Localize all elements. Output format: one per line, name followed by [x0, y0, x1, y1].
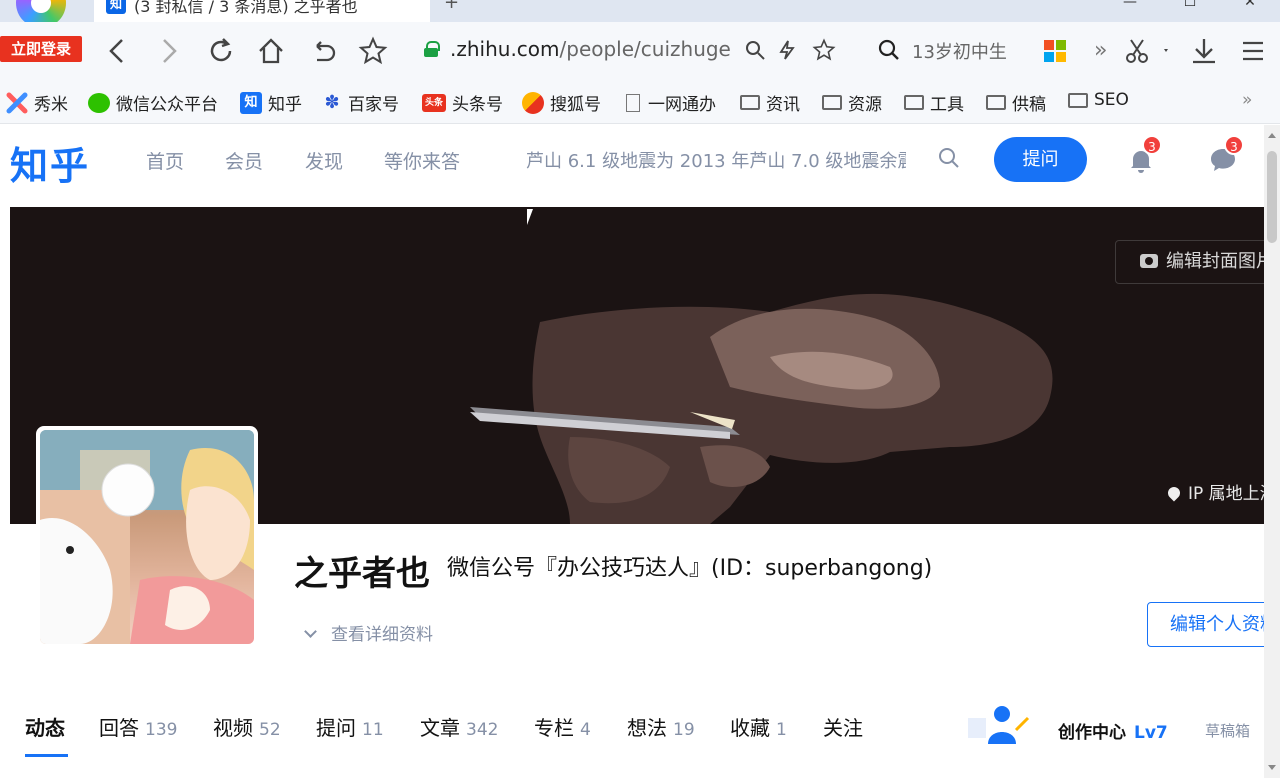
zhihu-icon: 知	[240, 91, 262, 114]
bookmark-zhihu[interactable]: 知 知乎	[240, 90, 302, 115]
message-badge: 3	[1224, 135, 1244, 155]
browser-tabstrip: 知 (3 封私信 / 3 条消息) 之乎者也 ✕ + — ☐ ✕	[0, 0, 1280, 22]
active-tab-indicator	[25, 754, 68, 757]
folder-icon	[904, 95, 924, 110]
browser-navbar: .zhihu.com/people/cuizhuge 13岁初中生 »	[0, 22, 1280, 80]
scroll-down-icon[interactable]	[1268, 765, 1276, 770]
edit-cover-button[interactable]: 编辑封面图片	[1115, 240, 1264, 284]
bookmark-folder-news[interactable]: 资讯	[740, 90, 800, 115]
scroll-up-icon[interactable]	[1268, 133, 1276, 138]
login-button[interactable]: 立即登录	[0, 36, 82, 62]
more-extensions-icon[interactable]: »	[1094, 36, 1107, 66]
folder-icon	[986, 95, 1006, 110]
bookmark-yiwangtongban[interactable]: 一网通办	[626, 90, 716, 115]
location-pin-icon	[1165, 484, 1183, 502]
toutiao-icon: 头条	[422, 93, 446, 112]
download-icon[interactable]	[1190, 36, 1218, 73]
zoom-search-icon[interactable]	[744, 38, 766, 68]
home-icon[interactable]	[256, 36, 286, 73]
bookmark-folder-seo[interactable]: SEO	[1068, 90, 1129, 110]
bookmark-folder-contrib[interactable]: 供稿	[986, 90, 1046, 115]
wechat-icon	[88, 92, 110, 113]
apps-grid-icon[interactable]	[1044, 40, 1066, 62]
bookmark-xiumi[interactable]: 秀米	[6, 90, 68, 115]
search-placeholder: 13岁初中生	[912, 42, 1007, 63]
lock-icon	[424, 41, 440, 57]
edit-profile-button[interactable]: 编辑个人资料	[1147, 602, 1278, 647]
bookmarks-more-icon[interactable]: »	[1242, 90, 1252, 110]
lightning-icon[interactable]	[776, 38, 798, 68]
bookmark-folder-resources[interactable]: 资源	[822, 90, 882, 115]
minimize-icon[interactable]: —	[1100, 0, 1160, 10]
window-controls: — ☐ ✕	[1100, 0, 1280, 10]
search-icon[interactable]	[938, 147, 960, 169]
folder-icon	[740, 95, 760, 110]
mouse-cursor-icon	[527, 209, 539, 225]
ask-question-button[interactable]: 提问	[994, 137, 1087, 182]
url-text[interactable]: .zhihu.com/people/cuizhuge	[450, 37, 731, 61]
tab-following[interactable]: 关注	[823, 712, 863, 741]
messages-icon[interactable]: 3	[1208, 135, 1244, 175]
tab-columns[interactable]: 专栏 4	[534, 712, 591, 741]
refresh-icon[interactable]	[206, 36, 236, 73]
folder-icon	[1068, 92, 1088, 108]
browser-tab-active[interactable]: 知 (3 封私信 / 3 条消息) 之乎者也 ✕	[94, 0, 430, 22]
undo-close-icon[interactable]	[308, 36, 338, 73]
sohu-icon	[522, 91, 544, 114]
maximize-icon[interactable]: ☐	[1160, 0, 1220, 10]
browser-search-box[interactable]: 13岁初中生	[870, 34, 1028, 68]
bookmark-toutiao[interactable]: 头条 头条号	[422, 90, 503, 115]
nav-waiting-answers[interactable]: 等你来答	[384, 147, 460, 174]
favorite-star-icon[interactable]	[812, 38, 836, 69]
profile-headline: 微信公号『办公技巧达人』(ID：superbangong)	[447, 556, 933, 581]
back-icon[interactable]	[104, 36, 130, 73]
profile-tabs: 动态 回答 139 视频 52 提问 11 文章 342 专栏 4 想法 19 收藏 1 关注…	[0, 704, 1264, 778]
doc-icon	[626, 93, 640, 112]
scrollbar-thumb[interactable]	[1267, 151, 1277, 243]
zhihu-favicon-icon: 知	[106, 0, 126, 14]
menu-icon[interactable]	[1240, 38, 1266, 71]
bookmark-folder-tools[interactable]: 工具	[904, 90, 964, 115]
profile-name: 之乎者也	[294, 554, 430, 594]
search-icon	[878, 38, 900, 68]
scissors-icon[interactable]	[1124, 36, 1168, 73]
tab-answers[interactable]: 回答 139	[99, 712, 177, 741]
bookmark-star-icon[interactable]	[358, 36, 388, 73]
view-details-link[interactable]: 查看详细资料	[302, 620, 433, 645]
xiumi-icon	[6, 92, 28, 114]
tab-activity[interactable]: 动态	[25, 712, 65, 741]
new-tab-icon[interactable]: +	[444, 0, 459, 13]
close-window-icon[interactable]: ✕	[1220, 0, 1280, 10]
notification-bell-icon[interactable]: 3	[1126, 135, 1162, 175]
notification-badge: 3	[1142, 135, 1162, 155]
creator-center-link[interactable]: 创作中心 Lv7	[1058, 718, 1168, 743]
page-scrollbar[interactable]	[1264, 125, 1280, 778]
creator-illustration-icon	[966, 704, 1030, 750]
baijiahao-icon: ✽	[324, 91, 340, 113]
avatar-image	[40, 430, 254, 644]
avatar[interactable]	[36, 426, 258, 648]
tab-title: (3 封私信 / 3 条消息) 之乎者也	[134, 0, 358, 16]
zhihu-search-input[interactable]: 芦山 6.1 级地震为 2013 年芦山 7.0 级地震余震	[526, 147, 906, 173]
zhihu-logo[interactable]: 知乎	[10, 135, 90, 190]
chevron-down-icon	[304, 625, 317, 638]
nav-discover[interactable]: 发现	[305, 147, 343, 174]
folder-icon	[822, 95, 842, 110]
drafts-link[interactable]: 草稿箱	[1205, 720, 1250, 741]
tab-thoughts[interactable]: 想法 19	[627, 712, 695, 741]
tab-articles[interactable]: 文章 342	[420, 712, 498, 741]
camera-icon	[1140, 254, 1158, 268]
bookmark-sohu[interactable]: 搜狐号	[522, 90, 601, 115]
tab-videos[interactable]: 视频 52	[213, 712, 281, 741]
nav-home[interactable]: 首页	[146, 147, 184, 174]
nav-vip[interactable]: 会员	[225, 147, 263, 174]
bookmark-wechat[interactable]: 微信公众平台	[88, 90, 218, 115]
forward-icon[interactable]	[156, 36, 182, 73]
bookmarks-bar: 秀米 微信公众平台 知 知乎 ✽ 百家号 头条 头条号 搜狐号 一网通办 资讯 …	[0, 80, 1280, 124]
zhihu-header: 知乎 首页 会员 发现 等你来答 芦山 6.1 级地震为 2013 年芦山 7.…	[0, 125, 1264, 195]
tab-questions[interactable]: 提问 11	[316, 712, 384, 741]
tab-collections[interactable]: 收藏 1	[730, 712, 787, 741]
bookmark-baijiahao[interactable]: ✽ 百家号	[322, 90, 399, 115]
ip-location: IP 属地上海	[1165, 479, 1264, 504]
